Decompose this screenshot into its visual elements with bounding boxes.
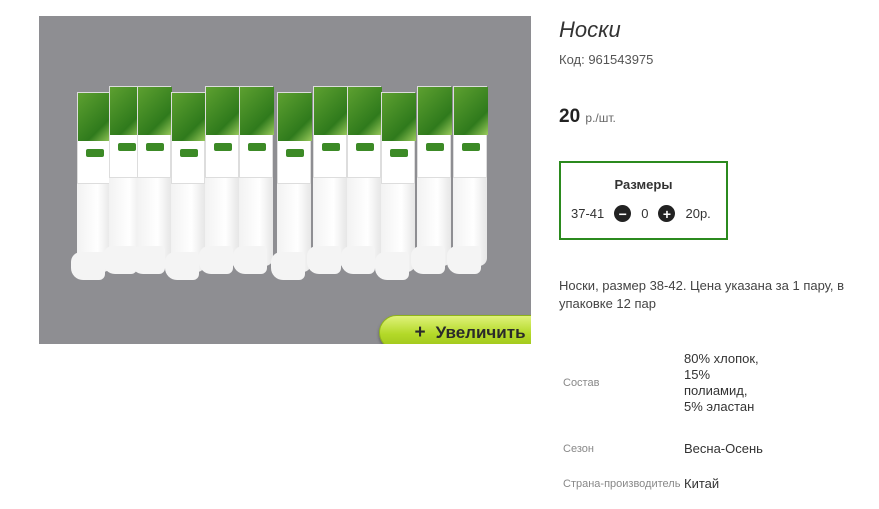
size-quantity[interactable]: 0 xyxy=(641,206,648,221)
properties-table: Состав 80% хлопок, 15% полиамид, 5% элас… xyxy=(559,335,764,501)
table-row: Состав 80% хлопок, 15% полиамид, 5% элас… xyxy=(559,335,764,431)
sizes-title: Размеры xyxy=(614,177,673,192)
price-unit: р./шт. xyxy=(585,111,616,125)
sock-item xyxy=(447,86,493,286)
size-price: 20р. xyxy=(685,206,711,221)
property-name: Состав xyxy=(563,376,600,389)
product-description: Носки, размер 38-42. Цена указана за 1 п… xyxy=(559,278,845,311)
table-row: Страна-производитель Китай xyxy=(559,467,764,501)
product-image[interactable]: + Увеличить xyxy=(39,16,531,344)
minus-circle-icon[interactable]: − xyxy=(614,205,632,222)
sizes-box: Размеры 37-41 − 0 + 20р. xyxy=(559,161,728,240)
zoom-button-label: Увеличить xyxy=(435,322,526,342)
property-value: Китай xyxy=(684,476,720,491)
property-name: Страна-производитель xyxy=(563,477,681,490)
zoom-button[interactable]: + Увеличить xyxy=(379,315,531,344)
product-price: 20 р./шт. xyxy=(559,106,616,128)
product-title: Носки xyxy=(559,17,621,42)
table-row: Сезон Весна-Осень xyxy=(559,431,764,467)
plus-icon: + xyxy=(414,321,426,343)
property-name: Сезон xyxy=(563,442,594,455)
plus-circle-icon[interactable]: + xyxy=(658,205,676,222)
product-code: Код: 961543975 xyxy=(559,52,654,67)
size-row: 37-41 − 0 + 20р. xyxy=(571,205,711,222)
size-label: 37-41 xyxy=(571,206,605,221)
price-value: 20 xyxy=(559,106,581,127)
property-value: Весна-Осень xyxy=(684,441,763,456)
property-value: 80% хлопок, 15% полиамид, 5% эластан xyxy=(684,351,759,414)
